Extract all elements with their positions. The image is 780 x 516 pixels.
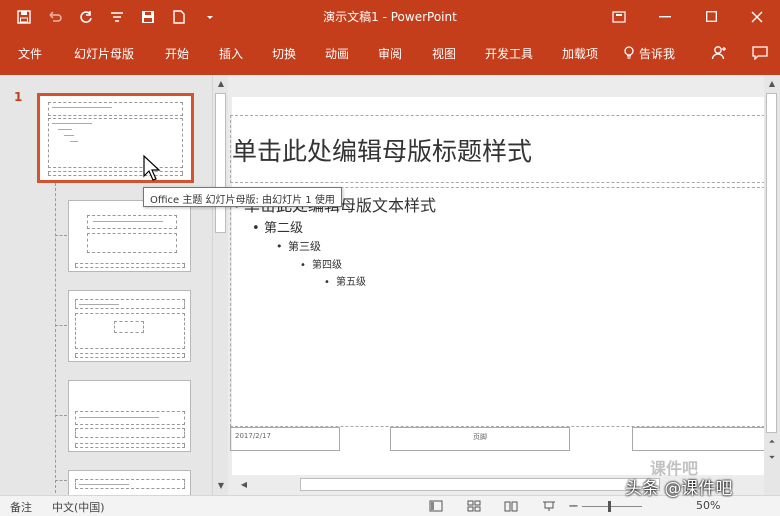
share-person-icon[interactable] [707, 41, 731, 65]
notes-button[interactable]: 备注 [10, 499, 32, 515]
language-indicator[interactable]: 中文(中国) [52, 499, 105, 515]
reading-view-icon[interactable] [503, 498, 519, 514]
slide-master: 单击此处编辑母版标题样式 •单击此处编辑母版文本样式 •第二级 •第三级 •第四… [230, 97, 764, 475]
tab-addins[interactable]: 加载项 [562, 45, 598, 62]
master-thumbnail[interactable] [37, 93, 194, 183]
master-title-text[interactable]: 单击此处编辑母版标题样式 [232, 132, 532, 168]
layout-connector [55, 325, 67, 326]
tab-home[interactable]: 开始 [165, 45, 189, 62]
scroll-up-arrow-icon[interactable]: ▲ [764, 77, 780, 91]
slide-sorter-icon[interactable] [466, 498, 482, 514]
scroll-left-arrow-icon[interactable]: ◀ [236, 478, 252, 492]
tab-view[interactable]: 视图 [432, 45, 456, 62]
thumb-title-line [79, 417, 159, 418]
slide-editing-canvas: 单击此处编辑母版标题样式 •单击此处编辑母版文本样式 •第二级 •第三级 •第四… [228, 75, 764, 475]
thumb-title-placeholder [48, 102, 183, 116]
tab-slide-master[interactable]: 幻灯片母版 [74, 45, 134, 62]
ribbon-tabs: 文件 幻灯片母版 开始 插入 切换 动画 审阅 视图 开发工具 加载项 告诉我 [0, 33, 780, 75]
thumb-body-placeholder [75, 428, 185, 438]
lightbulb-icon[interactable] [617, 41, 641, 65]
date-placeholder[interactable]: 2017/2/17 [230, 427, 340, 451]
mouse-pointer-icon [143, 155, 161, 181]
layout-thumbnail[interactable] [68, 470, 191, 495]
tab-review[interactable]: 审阅 [378, 45, 402, 62]
slide-number-placeholder[interactable] [632, 427, 764, 451]
normal-view-icon[interactable] [428, 498, 444, 514]
slide-thumbnail-pane: 1 [0, 75, 228, 495]
footer-text: 页脚 [473, 433, 487, 441]
layout-connector [55, 183, 56, 493]
level2-label: 第二级 [264, 221, 304, 236]
tell-me-search[interactable]: 告诉我 [639, 45, 675, 62]
window-controls [596, 0, 780, 33]
layout-thumbnail[interactable] [68, 200, 191, 272]
minimize-icon[interactable] [642, 0, 688, 33]
scrollbar-thumb[interactable] [300, 478, 660, 491]
thumb-body-line [70, 141, 78, 142]
tab-animations[interactable]: 动画 [325, 45, 349, 62]
thumb-title-placeholder [75, 411, 185, 425]
thumb-subtitle-placeholder [87, 233, 177, 253]
tab-insert[interactable]: 插入 [219, 45, 243, 62]
thumb-title-line [93, 221, 163, 222]
footer-placeholder[interactable]: 页脚 [390, 427, 570, 451]
level2-text[interactable]: • 第二级 [252, 217, 303, 236]
thumbnail-tooltip: Office 主题 幻灯片母版: 由幻灯片 1 使用 [143, 187, 342, 207]
scroll-up-arrow-icon[interactable]: ▲ [213, 77, 229, 91]
zoom-level[interactable]: 50% [696, 499, 720, 512]
thumb-body-line [58, 129, 72, 130]
level3-text[interactable]: • 第三级 [276, 238, 321, 254]
thumb-footer-placeholder [75, 353, 185, 358]
scrollbar-thumb[interactable] [766, 93, 777, 433]
previous-slide-icon[interactable]: ⏶ [764, 435, 780, 449]
close-icon[interactable] [734, 0, 780, 33]
level5-label: 第五级 [336, 277, 366, 288]
title-bar: 演示文稿1 - PowerPoint [0, 0, 780, 33]
body-placeholder[interactable] [230, 187, 764, 427]
thumb-title-placeholder [87, 215, 177, 229]
layout-thumbnail[interactable] [68, 380, 191, 452]
zoom-slider-thumb[interactable] [608, 501, 611, 512]
tab-developer[interactable]: 开发工具 [485, 45, 533, 62]
scrollbar-thumb[interactable] [215, 93, 226, 233]
scroll-down-arrow-icon[interactable]: ▼ [213, 479, 229, 493]
layout-thumbnail[interactable] [68, 290, 191, 362]
thumb-content-icon [114, 321, 144, 333]
layout-connector [55, 415, 67, 416]
canvas-vertical-scrollbar[interactable]: ▲ ⏶ ⏷ [764, 75, 780, 475]
slide-number: 1 [14, 90, 23, 104]
tab-file[interactable]: 文件 [18, 45, 42, 62]
layout-connector [55, 235, 67, 236]
next-slide-icon[interactable]: ⏷ [764, 451, 780, 465]
layout-connector [55, 480, 67, 481]
thumb-title-line [79, 304, 119, 305]
watermark-text: 头条 @课件吧 [625, 479, 733, 499]
level4-text[interactable]: • 第四级 [300, 256, 342, 271]
thumb-body-line [52, 123, 92, 124]
zoom-slider-track[interactable] [582, 506, 642, 507]
thumb-title-line [52, 107, 112, 108]
thumb-footer-placeholder [75, 263, 185, 268]
tab-transitions[interactable]: 切换 [272, 45, 296, 62]
thumb-title-line [79, 484, 129, 485]
slideshow-icon[interactable] [541, 498, 557, 514]
zoom-out-button[interactable]: − [568, 499, 579, 514]
ribbon-display-icon[interactable] [596, 0, 642, 33]
thumb-body-line [64, 135, 74, 136]
maximize-icon[interactable] [688, 0, 734, 33]
level4-label: 第四级 [312, 260, 342, 271]
level3-label: 第三级 [288, 240, 321, 253]
date-text: 2017/2/17 [235, 432, 271, 440]
thumbnail-scrollbar[interactable]: ▲ ▼ [212, 75, 228, 495]
thumb-footer-placeholder [75, 443, 185, 448]
level5-text[interactable]: • 第五级 [324, 273, 366, 288]
comments-icon[interactable] [748, 41, 772, 65]
